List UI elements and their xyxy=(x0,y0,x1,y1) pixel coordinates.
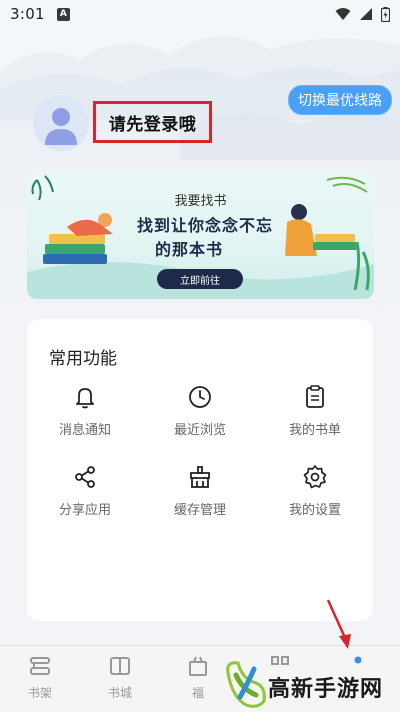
section-title: 常用功能 xyxy=(49,349,117,368)
switch-route-button[interactable]: 切换最优线路 xyxy=(288,85,392,115)
avatar[interactable] xyxy=(33,95,89,151)
bell-icon xyxy=(76,388,94,409)
common-functions-card: 常用功能 消息通知 最近浏览 我的书单 分享应用 缓存管理 我的设置 xyxy=(27,319,373,621)
clock-icon xyxy=(189,386,211,408)
func-booklist[interactable]: 我的书单 xyxy=(270,384,360,454)
func-cache[interactable]: 缓存管理 xyxy=(155,464,245,534)
tab-welfare[interactable]: 福 xyxy=(168,654,228,701)
watermark-text: 高新手游网 xyxy=(268,676,384,701)
find-book-banner[interactable]: 我要找书 找到让你念念不忘 的那本书 立即前往 xyxy=(27,172,374,299)
tab-label: 书架 xyxy=(27,686,52,700)
signal-icon xyxy=(360,8,372,20)
banner-slogan-line2: 的那本书 xyxy=(155,242,224,259)
banner-title: 我要找书 xyxy=(174,193,227,208)
user-icon xyxy=(45,108,77,145)
watermark: 高新手游网 xyxy=(222,655,400,712)
func-label: 最近浏览 xyxy=(173,422,226,437)
banner-go-button[interactable]: 立即前往 xyxy=(157,269,243,289)
red-arrow-annotation xyxy=(326,599,351,649)
battery-icon xyxy=(381,6,390,22)
notification-icon: A xyxy=(56,7,70,21)
func-settings[interactable]: 我的设置 xyxy=(270,464,360,534)
func-label: 我的书单 xyxy=(288,422,341,437)
login-prompt[interactable]: 请先登录哦 xyxy=(93,101,212,143)
tab-bookshelf[interactable]: 书架 xyxy=(10,654,70,701)
watermark-logo xyxy=(226,661,266,708)
broom-icon xyxy=(190,466,210,488)
func-recent[interactable]: 最近浏览 xyxy=(155,384,245,454)
bookshelf-icon xyxy=(30,657,50,675)
func-label: 消息通知 xyxy=(58,422,111,437)
wifi-icon xyxy=(335,8,351,20)
status-bar: 3:01 A xyxy=(0,0,400,28)
status-time: 3:01 xyxy=(10,5,45,23)
gift-icon xyxy=(189,656,207,676)
func-share[interactable]: 分享应用 xyxy=(40,464,130,534)
func-label: 分享应用 xyxy=(58,502,111,517)
clipboard-icon xyxy=(306,385,324,408)
tab-bookstore[interactable]: 书城 xyxy=(90,654,150,701)
banner-slogan-line1: 找到让你念念不忘 xyxy=(137,218,274,235)
tab-label: 书城 xyxy=(107,686,132,700)
tab-label: 福 xyxy=(191,686,204,700)
func-label: 我的设置 xyxy=(288,502,341,517)
func-label: 缓存管理 xyxy=(173,502,226,517)
book-open-icon xyxy=(110,657,130,675)
func-notifications[interactable]: 消息通知 xyxy=(40,384,130,454)
share-icon xyxy=(75,466,95,488)
gear-icon xyxy=(303,465,327,489)
